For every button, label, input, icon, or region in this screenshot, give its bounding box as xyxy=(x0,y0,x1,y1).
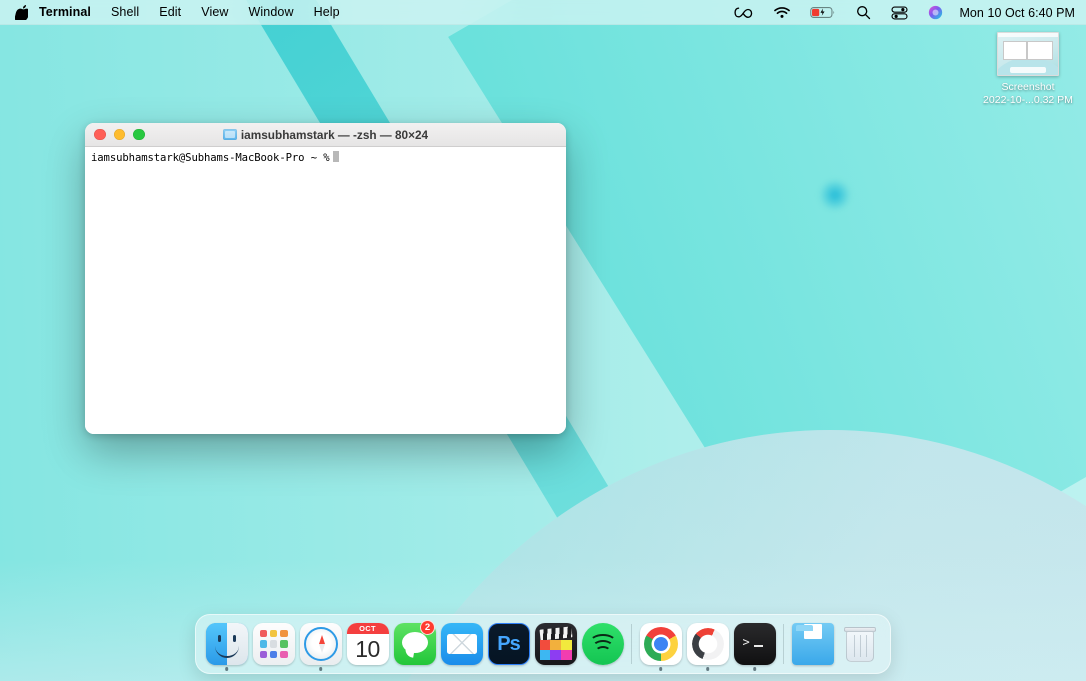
siri-icon[interactable] xyxy=(918,0,953,25)
desktop-screen: Terminal Shell Edit View Window Help Mon… xyxy=(0,0,1086,681)
dock: OCT 10 2 Ps > xyxy=(195,614,891,674)
dock-item-photoshop[interactable]: Ps xyxy=(485,615,532,673)
cleanmymac-icon xyxy=(686,623,729,665)
minimize-button[interactable] xyxy=(113,128,125,141)
infinity-icon[interactable] xyxy=(724,0,764,25)
mail-icon xyxy=(440,623,483,665)
running-indicator xyxy=(705,667,710,671)
terminal-prompt-line: iamsubhamstark@Subhams-MacBook-Pro ~ % xyxy=(91,151,560,165)
calendar-day: 10 xyxy=(355,635,380,662)
menu-item-terminal[interactable]: Terminal xyxy=(31,0,101,25)
terminal-title-text: iamsubhamstark — -zsh — 80×24 xyxy=(240,127,429,142)
dock-item-calendar[interactable]: OCT 10 xyxy=(344,615,391,673)
safari-icon xyxy=(299,623,342,665)
close-button[interactable] xyxy=(94,128,106,141)
terminal-window-title: iamsubhamstark — -zsh — 80×24 xyxy=(85,128,566,142)
running-indicator xyxy=(318,667,323,671)
dock-item-downloads[interactable] xyxy=(789,615,836,673)
desktop-icon-label-line1: Screenshot xyxy=(1001,81,1055,93)
launchpad-icon xyxy=(252,623,295,665)
search-icon[interactable] xyxy=(846,0,881,25)
terminal-content-area[interactable]: iamsubhamstark@Subhams-MacBook-Pro ~ % xyxy=(85,147,566,434)
control-center-icon[interactable] xyxy=(881,0,918,25)
messages-badge: 2 xyxy=(420,620,435,635)
spotify-icon xyxy=(581,623,624,665)
menu-item-edit[interactable]: Edit xyxy=(149,0,191,25)
dock-item-trash[interactable] xyxy=(836,615,883,673)
terminal-cursor xyxy=(332,151,339,162)
dock-item-spotify[interactable] xyxy=(579,615,626,673)
terminal-window[interactable]: iamsubhamstark — -zsh — 80×24 iamsubhams… xyxy=(85,123,566,434)
dock-item-final-cut-pro[interactable] xyxy=(532,615,579,673)
photoshop-icon: Ps xyxy=(487,623,530,665)
downloads-folder-icon xyxy=(791,623,834,665)
menu-item-view[interactable]: View xyxy=(191,0,238,25)
dock-item-chrome[interactable] xyxy=(637,615,684,673)
final-cut-pro-icon xyxy=(534,623,577,665)
photoshop-glyph: Ps xyxy=(497,632,520,655)
desktop-icon-screenshot[interactable]: Screenshot 2022-10-...0.32 PM xyxy=(976,32,1080,107)
dock-item-mail[interactable] xyxy=(438,615,485,673)
apple-logo-icon[interactable] xyxy=(13,4,29,22)
wifi-icon[interactable] xyxy=(764,0,800,25)
menu-bar-left: Terminal Shell Edit View Window Help xyxy=(0,0,350,25)
folder-icon xyxy=(222,129,237,140)
menu-bar-clock[interactable]: Mon 10 Oct 6:40 PM xyxy=(953,6,1075,20)
running-indicator xyxy=(752,667,757,671)
desktop-icon-label-line2: 2022-10-...0.32 PM xyxy=(983,94,1073,106)
dock-item-cleanmymac[interactable] xyxy=(684,615,731,673)
running-indicator xyxy=(224,667,229,671)
dock-item-finder[interactable] xyxy=(203,615,250,673)
calendar-icon: OCT 10 xyxy=(346,623,389,665)
dock-separator-1 xyxy=(631,624,632,664)
terminal-prompt-text: iamsubhamstark@Subhams-MacBook-Pro ~ % xyxy=(91,152,330,164)
menu-bar-status-area: Mon 10 Oct 6:40 PM xyxy=(724,0,1086,25)
terminal-title-bar[interactable]: iamsubhamstark — -zsh — 80×24 xyxy=(85,123,566,147)
zoom-button[interactable] xyxy=(133,128,145,141)
battery-charging-icon[interactable] xyxy=(800,0,846,25)
window-controls xyxy=(94,128,145,141)
trash-icon xyxy=(839,623,881,665)
menu-item-window[interactable]: Window xyxy=(239,0,304,25)
menu-item-help[interactable]: Help xyxy=(304,0,350,25)
dock-item-launchpad[interactable] xyxy=(250,615,297,673)
dock-separator-2 xyxy=(783,624,784,664)
finder-icon xyxy=(205,623,248,665)
screenshot-thumbnail-icon xyxy=(997,32,1059,76)
dock-item-messages[interactable]: 2 xyxy=(391,615,438,673)
menu-item-shell[interactable]: Shell xyxy=(101,0,149,25)
dock-item-terminal[interactable]: > xyxy=(731,615,778,673)
chrome-icon xyxy=(639,623,682,665)
desktop-icon-label: Screenshot 2022-10-...0.32 PM xyxy=(976,81,1080,107)
dock-item-safari[interactable] xyxy=(297,615,344,673)
running-indicator xyxy=(658,667,663,671)
terminal-icon: > xyxy=(733,623,776,665)
menu-bar: Terminal Shell Edit View Window Help Mon… xyxy=(0,0,1086,25)
